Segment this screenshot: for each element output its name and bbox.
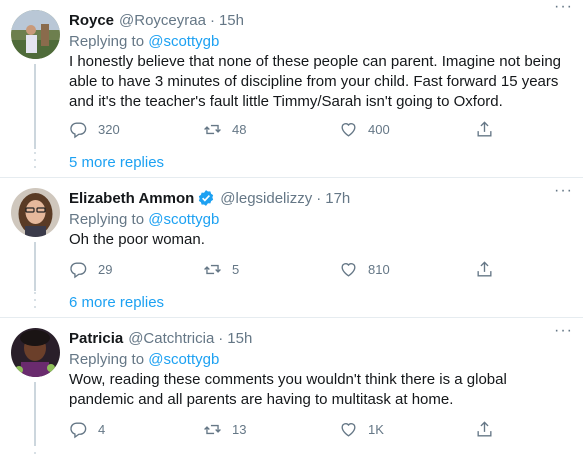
tweet-header: Royce @Royceyraa · 15h xyxy=(69,10,571,30)
mention-link[interactable]: @scottygb xyxy=(148,211,219,228)
user-handle[interactable]: @Catchtricia xyxy=(128,330,214,347)
heart-icon xyxy=(341,422,356,437)
thread-line xyxy=(34,242,36,291)
reply-icon xyxy=(70,121,87,138)
avatar[interactable] xyxy=(11,188,60,237)
display-name[interactable]: Elizabeth Ammon xyxy=(69,190,194,207)
tweet-text: I honestly believe that none of these pe… xyxy=(69,53,562,110)
retweet-icon xyxy=(204,264,221,274)
retweet-icon xyxy=(204,124,221,134)
retweet-button[interactable]: 48 xyxy=(203,120,246,139)
retweet-count: 48 xyxy=(232,121,247,137)
mention-link[interactable]: @scottygb xyxy=(148,33,219,50)
like-button[interactable]: 810 xyxy=(339,260,390,279)
heart-icon xyxy=(341,262,356,277)
retweet-button[interactable]: 5 xyxy=(203,260,239,279)
separator: · xyxy=(316,189,322,207)
thread-dots xyxy=(34,452,36,458)
like-button[interactable]: 400 xyxy=(339,120,390,139)
thread-dots xyxy=(34,152,36,173)
reply-icon xyxy=(70,261,87,278)
share-icon xyxy=(477,260,492,277)
separator: · xyxy=(218,329,224,347)
more-replies-link[interactable]: 5 more replies xyxy=(69,154,164,171)
retweet-count: 13 xyxy=(232,421,247,437)
retweet-icon xyxy=(204,424,221,434)
share-icon xyxy=(477,420,492,437)
tweet-text: Wow, reading these comments you wouldn't… xyxy=(69,371,507,408)
share-icon xyxy=(477,120,492,137)
tweet-elizabeth[interactable]: ··· Elizabeth Ammon @legsidelizzy · 17h … xyxy=(0,178,583,318)
reply-count: 29 xyxy=(98,261,113,277)
retweet-count: 5 xyxy=(232,261,240,277)
tweet-actions: 320 48 400 xyxy=(69,119,509,139)
avatar[interactable] xyxy=(11,328,60,377)
user-handle[interactable]: @legsidelizzy xyxy=(220,190,312,207)
thread-line xyxy=(34,64,36,149)
thread-dots xyxy=(34,292,36,313)
user-handle[interactable]: @Royceyraa xyxy=(119,12,206,29)
share-button[interactable] xyxy=(475,420,494,439)
verified-badge-icon xyxy=(199,190,214,206)
display-name[interactable]: Patricia xyxy=(69,330,123,347)
more-replies-link[interactable]: 6 more replies xyxy=(69,294,164,311)
tweet-royce[interactable]: ··· Royce @Royceyraa · 15h Replying to @… xyxy=(0,0,583,178)
tweet-actions: 4 13 1K xyxy=(69,419,509,439)
tweet-text: Oh the poor woman. xyxy=(69,231,205,248)
mention-link[interactable]: @scottygb xyxy=(148,351,219,368)
like-button[interactable]: 1K xyxy=(339,420,384,439)
replying-prefix: Replying to xyxy=(69,211,149,228)
reply-button[interactable]: 320 xyxy=(69,120,120,139)
timestamp[interactable]: 15h xyxy=(227,330,252,347)
like-count: 810 xyxy=(368,261,390,277)
replying-to: Replying to @scottygb xyxy=(69,32,571,52)
reply-button[interactable]: 29 xyxy=(69,260,112,279)
tweet-header: Patricia @Catchtricia · 15h xyxy=(69,328,571,348)
tweet-actions: 29 5 810 xyxy=(69,259,509,279)
like-count: 1K xyxy=(368,421,384,437)
reply-button[interactable]: 4 xyxy=(69,420,105,439)
thread-line xyxy=(34,382,36,446)
separator: · xyxy=(209,11,215,29)
replying-to: Replying to @scottygb xyxy=(69,350,571,370)
display-name[interactable]: Royce xyxy=(69,12,114,29)
timestamp[interactable]: 15h xyxy=(219,12,244,29)
like-count: 400 xyxy=(368,121,390,137)
timestamp[interactable]: 17h xyxy=(325,190,350,207)
tweet-header: Elizabeth Ammon @legsidelizzy · 17h xyxy=(69,188,571,208)
reply-count: 4 xyxy=(98,421,106,437)
share-button[interactable] xyxy=(475,120,494,139)
replying-prefix: Replying to xyxy=(69,33,149,50)
heart-icon xyxy=(341,122,356,137)
share-button[interactable] xyxy=(475,260,494,279)
avatar[interactable] xyxy=(11,10,60,59)
tweet-patricia[interactable]: ··· Patricia @Catchtricia · 15h Replying… xyxy=(0,318,583,458)
reply-icon xyxy=(70,421,87,438)
reply-count: 320 xyxy=(98,121,120,137)
retweet-button[interactable]: 13 xyxy=(203,420,246,439)
replying-prefix: Replying to xyxy=(69,351,149,368)
replying-to: Replying to @scottygb xyxy=(69,210,571,230)
